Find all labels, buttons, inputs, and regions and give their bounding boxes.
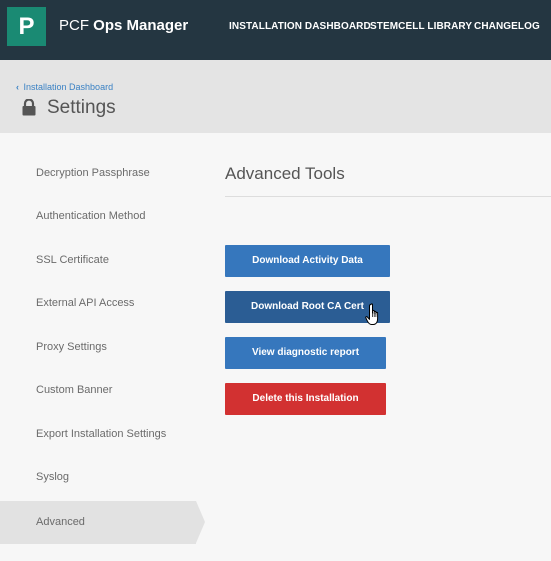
app-title-prefix: PCF [59, 17, 89, 34]
sidebar-item-proxy-settings[interactable]: Proxy Settings [0, 326, 196, 369]
nav-stemcell-library[interactable]: STEMCELL LIBRARY [370, 21, 472, 32]
page-title: Settings [47, 97, 116, 118]
sidebar-item-export-installation-settings[interactable]: Export Installation Settings [0, 413, 196, 456]
sidebar-item-decryption-passphrase[interactable]: Decryption Passphrase [0, 152, 196, 195]
breadcrumb-label: Installation Dashboard [23, 82, 114, 92]
nav-changelog[interactable]: CHANGELOG [474, 21, 540, 32]
sidebar-item-advanced[interactable]: Advanced [0, 501, 205, 544]
chevron-left-icon: ‹ [16, 82, 19, 92]
sidebar-item-external-api-access[interactable]: External API Access [0, 282, 196, 325]
view-diagnostic-report-button[interactable]: View diagnostic report [225, 337, 386, 369]
page-header: ‹ Installation Dashboard Settings [0, 60, 551, 133]
lock-icon [22, 99, 36, 116]
sidebar-item-custom-banner[interactable]: Custom Banner [0, 369, 196, 412]
section-title: Advanced Tools [225, 164, 345, 183]
hand-pointer-icon [365, 303, 379, 325]
breadcrumb[interactable]: ‹ Installation Dashboard [16, 82, 113, 92]
app-title-strong: Ops Manager [93, 17, 189, 34]
app-title: PCF Ops Manager [59, 17, 188, 34]
app-logo[interactable]: P [7, 7, 46, 46]
delete-installation-button[interactable]: Delete this Installation [225, 383, 386, 415]
nav-installation-dashboard[interactable]: INSTALLATION DASHBOARD [229, 21, 371, 32]
section-divider [225, 196, 551, 197]
sidebar-item-authentication-method[interactable]: Authentication Method [0, 195, 196, 238]
sidebar-item-syslog[interactable]: Syslog [0, 456, 196, 499]
top-nav-bar: P PCF Ops Manager INSTALLATION DASHBOARD… [0, 0, 551, 60]
sidebar-item-ssl-certificate[interactable]: SSL Certificate [0, 239, 196, 282]
download-activity-data-button[interactable]: Download Activity Data [225, 245, 390, 277]
